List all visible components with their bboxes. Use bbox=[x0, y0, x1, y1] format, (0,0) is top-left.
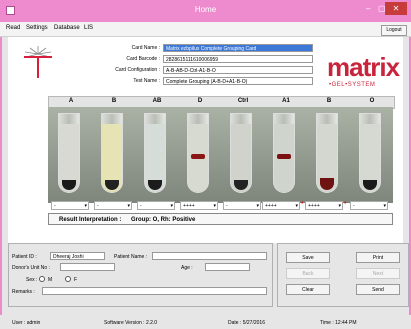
status-date: Date : 5/27/2016 bbox=[228, 320, 265, 326]
gel-tube bbox=[230, 113, 252, 193]
send-button[interactable]: Send bbox=[356, 284, 400, 295]
column-header: A bbox=[68, 98, 74, 104]
cell-button bbox=[191, 154, 205, 159]
reaction-select-d[interactable]: ++++ ▾ bbox=[180, 201, 218, 210]
window-frame-left bbox=[0, 22, 2, 329]
reaction-select-a[interactable]: - ▾ bbox=[51, 201, 89, 210]
company-logo-icon bbox=[24, 46, 52, 78]
patient-name-label: Patient Name : bbox=[114, 254, 148, 260]
sex-female-radio[interactable] bbox=[65, 276, 71, 282]
column-header: Ctrl bbox=[237, 98, 249, 104]
card-barcode-label: Card Barcode : bbox=[126, 56, 160, 62]
donor-unit-input[interactable] bbox=[60, 263, 115, 271]
column-header: O bbox=[369, 98, 375, 104]
patient-id-label: Patient ID : bbox=[12, 254, 37, 260]
column-header: A1 bbox=[282, 98, 290, 104]
column-header: B bbox=[111, 98, 117, 104]
window-title: Home bbox=[194, 5, 217, 14]
back-button[interactable]: Back bbox=[286, 268, 330, 279]
logout-button[interactable]: Logout bbox=[381, 25, 407, 36]
gel-tube bbox=[316, 113, 338, 193]
gel-tube bbox=[144, 113, 166, 193]
gel-tube bbox=[273, 113, 295, 193]
result-value: Group: O, Rh: Positive bbox=[131, 217, 196, 223]
reaction-select-ab[interactable]: - ▾ bbox=[137, 201, 175, 210]
reaction-select-b[interactable]: - ▾ bbox=[94, 201, 132, 210]
card-configuration-field[interactable]: A-B-AB-D-Ctrl-A1-B-O bbox=[163, 66, 313, 74]
reaction-select-a1[interactable]: ++++ ▾ bbox=[262, 201, 300, 210]
print-button[interactable]: Print bbox=[356, 252, 400, 263]
remarks-input[interactable] bbox=[42, 287, 267, 295]
column-header: AB bbox=[152, 98, 162, 104]
title-bar: Home – ▢ ✕ bbox=[0, 0, 411, 22]
result-label: Result Interpretation : bbox=[59, 217, 122, 223]
sex-female-label: F bbox=[74, 277, 78, 283]
card-configuration-label: Card Configuration : bbox=[115, 67, 160, 73]
save-button[interactable]: Save bbox=[286, 252, 330, 263]
flag-marker: • bbox=[344, 200, 347, 207]
status-version: Software Version : 2.2.0 bbox=[104, 320, 158, 326]
gel-tube bbox=[101, 113, 123, 193]
cell-button bbox=[277, 154, 291, 159]
sex-male-label: M bbox=[48, 277, 53, 283]
menu-database[interactable]: Database bbox=[54, 25, 80, 31]
donor-unit-label: Donor's Unit No : bbox=[12, 265, 50, 271]
gel-tube bbox=[58, 113, 80, 193]
age-input[interactable] bbox=[205, 263, 250, 271]
gel-card-image bbox=[48, 107, 393, 203]
card-name-field[interactable]: Matrix ezbpilux Complete Grouping Card bbox=[163, 44, 313, 52]
age-label: Age : bbox=[181, 265, 193, 271]
reaction-select-ctrl[interactable]: - ▾ bbox=[223, 201, 261, 210]
status-time: Time : 12:44 PM bbox=[320, 320, 357, 326]
status-user: User : admin bbox=[12, 320, 41, 326]
gel-tube bbox=[187, 113, 209, 193]
column-header: D bbox=[197, 98, 203, 104]
result-interpretation: Result Interpretation : Group: O, Rh: Po… bbox=[48, 213, 393, 225]
menu-read[interactable]: Read bbox=[6, 25, 20, 31]
reaction-select-o[interactable]: - ▾ bbox=[350, 201, 388, 210]
flag-marker: • bbox=[301, 200, 304, 207]
minimize-button[interactable]: – bbox=[366, 4, 370, 13]
patient-id-input[interactable]: Dheeraj Joshi bbox=[50, 252, 105, 260]
brand-tagline: •GEL•SYSTEM bbox=[329, 82, 376, 88]
test-name-field[interactable]: Complete Grouping (A-B-D+A1-B-O) bbox=[163, 77, 313, 85]
clear-button[interactable]: Clear bbox=[286, 284, 330, 295]
remarks-label: Remarks : bbox=[12, 289, 35, 295]
sex-male-radio[interactable] bbox=[39, 276, 45, 282]
column-header: B bbox=[326, 98, 332, 104]
reaction-select-b-reverse[interactable]: ++++ ▾ bbox=[305, 201, 343, 210]
status-bar: User : admin Software Version : 2.2.0 Da… bbox=[0, 315, 411, 329]
card-barcode-field[interactable]: 2828615111610006959 bbox=[163, 55, 313, 63]
menu-lis[interactable]: LIS bbox=[84, 25, 93, 31]
sex-label: Sex : bbox=[26, 277, 38, 283]
close-button[interactable]: ✕ bbox=[385, 2, 407, 15]
gel-tube bbox=[359, 113, 381, 193]
card-name-label: Card Name : bbox=[131, 45, 160, 51]
test-name-label: Test Name : bbox=[133, 78, 160, 84]
patient-name-input[interactable] bbox=[152, 252, 267, 260]
next-button[interactable]: Next bbox=[356, 268, 400, 279]
menu-settings[interactable]: Settings bbox=[26, 25, 48, 31]
brand-logo: matrix bbox=[327, 52, 400, 82]
menu-bar: Read Settings Database LIS bbox=[0, 22, 411, 37]
